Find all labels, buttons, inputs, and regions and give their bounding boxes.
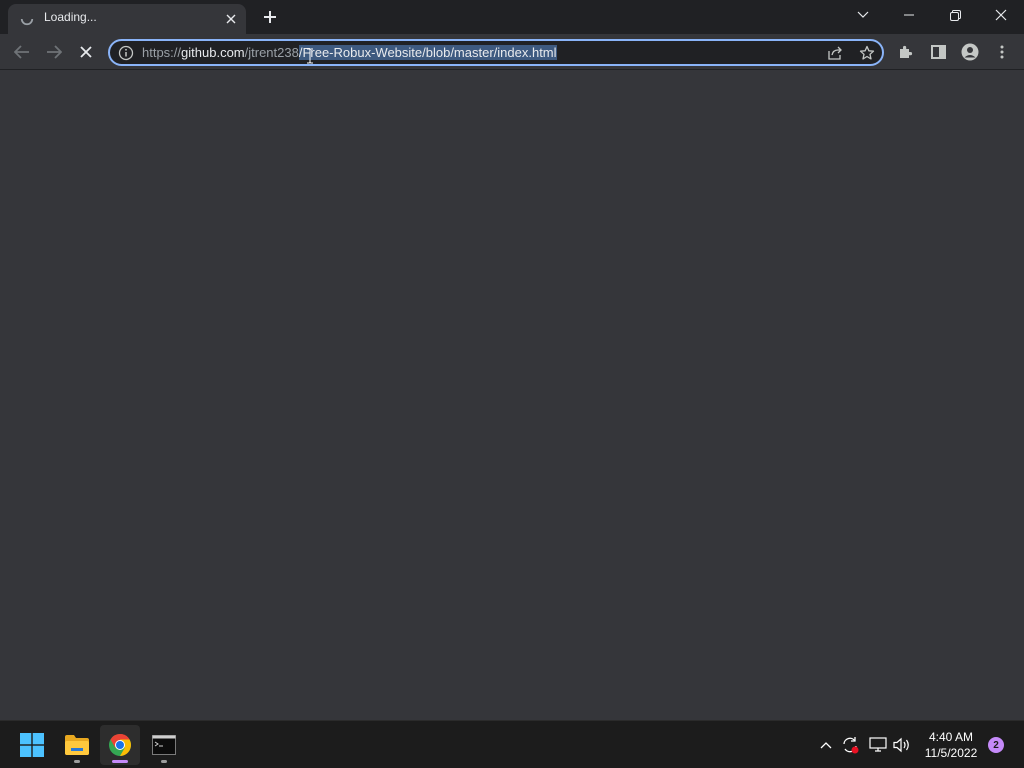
address-bar[interactable]: https://github.com/jtrent238/Free-Robux-… (108, 39, 884, 66)
sync-icon (843, 737, 859, 754)
close-icon (226, 14, 236, 24)
browser-tab[interactable]: Loading... (8, 4, 246, 34)
tab-strip: Loading... (0, 0, 1024, 34)
restore-icon (949, 9, 961, 21)
running-indicator (74, 760, 80, 763)
running-indicator (161, 760, 167, 763)
network-icon (869, 737, 887, 752)
notification-badge[interactable]: 2 (988, 737, 1004, 753)
side-panel-button[interactable] (924, 38, 952, 66)
chevron-down-icon (857, 11, 869, 18)
terminal-icon (152, 735, 176, 755)
browser-toolbar: https://github.com/jtrent238/Free-Robux-… (0, 34, 1024, 70)
show-hidden-icons-button[interactable] (816, 735, 836, 755)
person-icon (961, 43, 979, 61)
text-cursor-icon (307, 48, 313, 64)
tab-title: Loading... (44, 10, 97, 24)
new-tab-button[interactable] (258, 6, 282, 28)
forward-button[interactable] (40, 38, 68, 66)
url-selection: /Free-Robux-Website/blob/master/index.ht… (298, 45, 557, 60)
close-icon (995, 9, 1007, 21)
url-text[interactable]: https://github.com/jtrent238/Free-Robux-… (142, 45, 557, 60)
file-explorer-icon (65, 735, 89, 755)
tab-close-button[interactable] (222, 10, 240, 28)
taskbar-file-explorer[interactable] (57, 725, 97, 765)
star-icon (859, 45, 875, 60)
loading-spinner-icon (20, 18, 34, 26)
windows-icon (20, 733, 44, 757)
puzzle-icon (900, 45, 913, 58)
side-panel-icon (930, 45, 946, 59)
info-icon[interactable] (118, 45, 134, 61)
restore-button[interactable] (932, 0, 978, 30)
share-icon (828, 46, 842, 60)
minimize-button[interactable] (886, 0, 932, 30)
page-content (0, 71, 1024, 720)
url-scheme: https:// (142, 45, 182, 60)
kebab-menu-icon (1000, 45, 1004, 59)
url-path: /jtrent238 (244, 45, 299, 60)
bookmark-button[interactable] (858, 44, 876, 62)
close-icon (80, 46, 92, 58)
tray-network[interactable] (868, 735, 888, 755)
stop-loading-button[interactable] (72, 38, 100, 66)
profile-button[interactable] (956, 38, 984, 66)
chrome-menu-button[interactable] (988, 38, 1016, 66)
plus-icon (264, 11, 276, 23)
taskbar-chrome[interactable] (100, 725, 140, 765)
arrow-left-icon (14, 45, 29, 59)
close-window-button[interactable] (978, 0, 1024, 30)
taskbar-clock[interactable]: 4:40 AM 11/5/2022 (918, 729, 984, 761)
active-indicator (112, 760, 128, 763)
tray-volume[interactable] (892, 735, 912, 755)
start-button[interactable] (12, 725, 52, 765)
taskbar: 4:40 AM 11/5/2022 2 (0, 720, 1024, 768)
share-button[interactable] (826, 44, 844, 62)
back-button[interactable] (8, 38, 36, 66)
tray-sync[interactable] (840, 735, 860, 755)
arrow-right-icon (47, 45, 62, 59)
chrome-icon (109, 734, 131, 756)
volume-icon (893, 737, 909, 753)
extensions-button[interactable] (892, 38, 920, 66)
tab-search-button[interactable] (840, 0, 886, 30)
url-host: github.com (181, 45, 245, 60)
clock-time: 4:40 AM (928, 730, 974, 744)
taskbar-terminal[interactable] (144, 725, 184, 765)
clock-date: 11/5/2022 (924, 746, 978, 760)
chevron-up-icon (820, 742, 832, 749)
minimize-icon (904, 14, 914, 16)
